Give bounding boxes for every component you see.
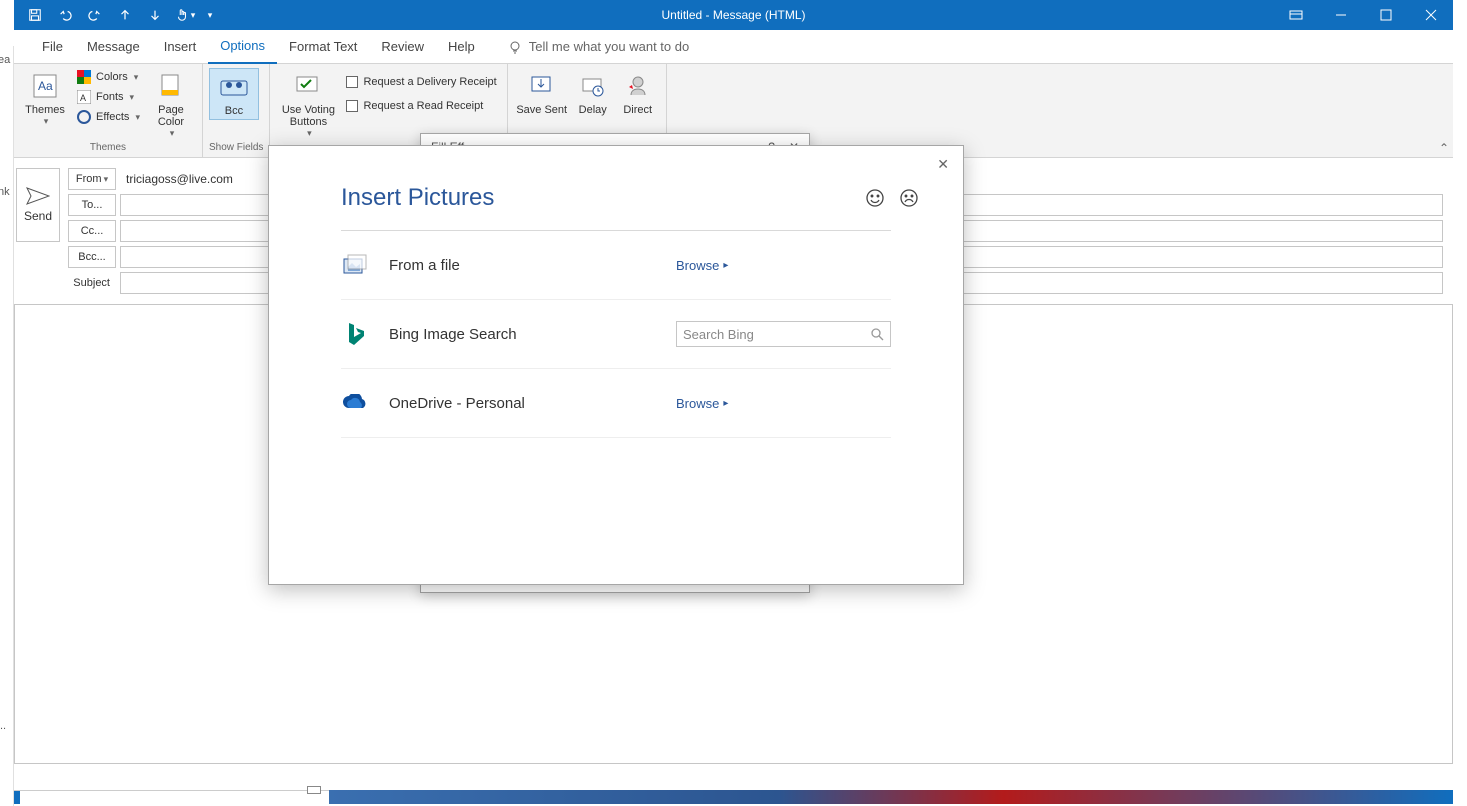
subject-label: Subject: [68, 272, 116, 294]
bcc-icon: [218, 71, 250, 103]
tab-review[interactable]: Review: [369, 30, 436, 64]
send-icon: [26, 187, 50, 205]
dialog-close-button[interactable]: ✕: [937, 156, 949, 173]
tab-help[interactable]: Help: [436, 30, 487, 64]
svg-text:A: A: [80, 93, 86, 103]
redo-button[interactable]: [82, 2, 108, 28]
tab-format-text[interactable]: Format Text: [277, 30, 369, 64]
fragment-text: nk: [0, 186, 10, 198]
page-color-icon: [155, 70, 187, 102]
down-arrow-icon[interactable]: [142, 2, 168, 28]
resize-handle[interactable]: [307, 786, 321, 794]
fragment-text: ..: [0, 720, 6, 732]
file-icon: [341, 251, 369, 279]
group-show-fields: Bcc Show Fields: [203, 64, 270, 157]
from-file-browse-link[interactable]: Browse▸: [676, 258, 728, 273]
minimize-button[interactable]: [1318, 0, 1363, 30]
effects-button[interactable]: Effects▾: [72, 108, 144, 126]
partial-panel-left: [0, 46, 14, 806]
fonts-icon: A: [76, 89, 92, 105]
search-icon: [871, 328, 884, 341]
bing-search-label: Bing Image Search: [389, 326, 656, 343]
colors-icon: [76, 69, 92, 85]
direct-replies-button[interactable]: Direct: [616, 68, 660, 118]
onedrive-browse-link[interactable]: Browse▸: [676, 396, 728, 411]
maximize-button[interactable]: [1363, 0, 1408, 30]
insert-pictures-dialog: ✕ Insert Pictures From a file Browse▸ Bi…: [268, 145, 964, 585]
lightbulb-icon: [507, 39, 523, 55]
send-button[interactable]: Send: [16, 168, 60, 242]
up-arrow-icon[interactable]: [112, 2, 138, 28]
bcc-button[interactable]: Bcc: [209, 68, 259, 120]
undo-button[interactable]: [52, 2, 78, 28]
tab-insert[interactable]: Insert: [152, 30, 209, 64]
tab-file[interactable]: File: [30, 30, 75, 64]
smile-icon[interactable]: [865, 188, 885, 208]
bing-icon: [341, 320, 369, 348]
dialog-title: Insert Pictures: [269, 146, 963, 230]
collapse-ribbon-button[interactable]: ⌃: [1439, 141, 1449, 155]
bcc-button[interactable]: Bcc...: [68, 246, 116, 268]
window-title: Untitled - Message (HTML): [661, 8, 805, 22]
themes-icon: Aa: [29, 70, 61, 102]
onedrive-icon: [341, 389, 369, 417]
colors-button[interactable]: Colors▾: [72, 68, 144, 86]
quick-access-toolbar: ▾ ▾: [14, 2, 218, 28]
onedrive-label: OneDrive - Personal: [389, 395, 656, 412]
delay-delivery-button[interactable]: Delay: [572, 68, 614, 118]
tab-message[interactable]: Message: [75, 30, 152, 64]
direct-icon: [622, 70, 654, 102]
bottom-edge: [14, 790, 1453, 804]
fonts-button[interactable]: AFonts▾: [72, 88, 144, 106]
to-button[interactable]: To...: [68, 194, 116, 216]
feedback-buttons: [865, 188, 919, 208]
fragment-text: ea: [0, 54, 10, 66]
ribbon-tabs: File Message Insert Options Format Text …: [14, 30, 1453, 64]
voting-icon: [292, 70, 324, 102]
bing-search-row: Bing Image Search Search Bing: [341, 300, 891, 369]
bing-search-input[interactable]: Search Bing: [676, 321, 891, 347]
svg-text:Aa: Aa: [38, 79, 53, 93]
cc-button[interactable]: Cc...: [68, 220, 116, 242]
themes-button[interactable]: Aa Themes▾: [20, 68, 70, 129]
from-file-label: From a file: [389, 257, 656, 274]
page-color-button[interactable]: Page Color▾: [146, 68, 196, 141]
read-receipt-checkbox[interactable]: Request a Read Receipt: [342, 98, 500, 114]
from-button[interactable]: From▾: [68, 168, 116, 190]
tab-options[interactable]: Options: [208, 30, 277, 64]
close-button[interactable]: [1408, 0, 1453, 30]
frown-icon[interactable]: [899, 188, 919, 208]
qat-customize-button[interactable]: ▾: [202, 2, 218, 28]
delay-icon: [577, 70, 609, 102]
tell-me-placeholder: Tell me what you want to do: [529, 39, 689, 54]
bing-search-placeholder: Search Bing: [683, 327, 871, 342]
from-file-row: From a file Browse▸: [341, 231, 891, 300]
save-sent-button[interactable]: Save Sent: [514, 68, 570, 118]
group-themes: Aa Themes▾ Colors▾ AFonts▾ Effects▾ Page…: [14, 64, 203, 157]
delivery-receipt-checkbox[interactable]: Request a Delivery Receipt: [342, 74, 500, 90]
touch-mode-button[interactable]: ▾: [172, 2, 198, 28]
voting-buttons-button[interactable]: Use Voting Buttons▾: [276, 68, 340, 141]
ribbon-display-button[interactable]: [1273, 0, 1318, 30]
save-sent-icon: [526, 70, 558, 102]
effects-icon: [76, 109, 92, 125]
title-bar: ▾ ▾ Untitled - Message (HTML): [14, 0, 1453, 30]
tell-me-search[interactable]: Tell me what you want to do: [507, 39, 689, 55]
save-button[interactable]: [22, 2, 48, 28]
onedrive-row: OneDrive - Personal Browse▸: [341, 369, 891, 438]
